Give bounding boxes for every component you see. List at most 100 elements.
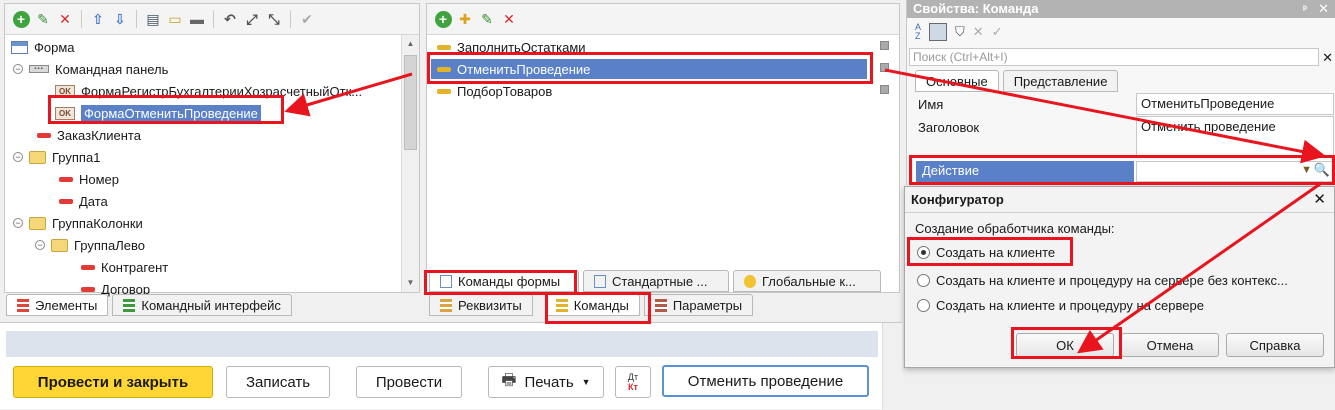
tree-item[interactable]: − ГруппаЛево: [35, 235, 145, 255]
radio-icon: [917, 299, 930, 312]
dialog-prompt: Создание обработчика команды:: [915, 221, 1115, 236]
clear-icon[interactable]: ✕: [973, 24, 984, 40]
add-from-template-icon[interactable]: ✚: [455, 9, 475, 29]
scroll-down-icon[interactable]: ▼: [402, 274, 419, 292]
form-properties-icon[interactable]: ▤: [143, 9, 163, 29]
panel-layout-icon[interactable]: ▭: [165, 9, 185, 29]
filter-icon[interactable]: ⛉: [955, 24, 965, 40]
tab-presentation[interactable]: Представление: [1002, 70, 1119, 92]
collapse-icon[interactable]: −: [35, 240, 45, 250]
form-icon: [11, 40, 28, 54]
radio-create-client-server-no-context[interactable]: Создать на клиенте и процедуру на сервер…: [917, 273, 1288, 288]
elements-scrollbar[interactable]: ▲ ▼: [401, 35, 419, 292]
close-icon[interactable]: ✕: [1313, 190, 1326, 208]
radio-create-on-client[interactable]: Создать на клиенте: [917, 245, 1055, 260]
dt-kt-button[interactable]: Дт Кт: [615, 366, 651, 398]
dropdown-icon[interactable]: ▼: [1301, 164, 1312, 176]
field-icon: [59, 198, 73, 204]
delete-icon[interactable]: ✕: [55, 9, 75, 29]
command-panel-icon: ▪▪▪: [29, 65, 49, 73]
apply-icon[interactable]: ✓: [992, 24, 1003, 40]
group-icon[interactable]: ▬: [187, 9, 207, 29]
tab-elements[interactable]: Элементы: [6, 294, 109, 316]
chevron-down-icon: ▼: [581, 377, 591, 387]
scroll-up-icon[interactable]: ▲: [402, 35, 419, 53]
pin-icon[interactable]: ᵖ: [1303, 1, 1307, 19]
close-icon[interactable]: ✕: [1318, 0, 1329, 18]
field-icon: [81, 286, 95, 292]
ok-button[interactable]: ОК: [1016, 333, 1114, 357]
tab-commands[interactable]: Команды: [544, 294, 640, 316]
name-field[interactable]: ОтменитьПроведение: [1136, 93, 1334, 115]
categorized-icon[interactable]: [929, 23, 948, 41]
folder-icon: [29, 216, 46, 230]
post-button[interactable]: Провести: [356, 366, 462, 398]
magnifier-icon[interactable]: 🔍: [1314, 162, 1330, 178]
move-down-icon[interactable]: ⇩: [110, 9, 130, 29]
tree-item[interactable]: Дата: [59, 191, 108, 211]
collapse-icon[interactable]: −: [13, 152, 23, 162]
tree-item[interactable]: − ▪▪▪ Командная панель: [13, 59, 168, 79]
collapse-icon[interactable]: −: [13, 218, 23, 228]
sort-az-icon[interactable]: AZ: [915, 23, 921, 41]
preview-header-bar: [6, 331, 878, 357]
save-button[interactable]: Записать: [226, 366, 330, 398]
post-and-close-button[interactable]: Провести и закрыть: [13, 366, 213, 398]
tree-item[interactable]: Номер: [59, 169, 119, 189]
cancel-button[interactable]: Отмена: [1121, 333, 1219, 357]
scroll-thumb[interactable]: [404, 55, 417, 150]
commands-list: ЗаполнитьОстатками ОтменитьПроведение По…: [427, 35, 877, 292]
attributes-icon: [440, 298, 452, 312]
add-icon[interactable]: +: [433, 9, 453, 29]
standard-commands-icon: [594, 274, 606, 288]
tab-parameters[interactable]: Параметры: [643, 294, 754, 316]
check-icon[interactable]: ✔: [297, 9, 317, 29]
edit-icon[interactable]: ✎: [33, 9, 53, 29]
tree-item[interactable]: ЗаказКлиента: [37, 125, 141, 145]
list-item-selected[interactable]: ОтменитьПроведение: [431, 59, 867, 79]
tree-item[interactable]: Форма: [11, 37, 75, 57]
column-markers: [880, 41, 889, 94]
expand-icon[interactable]: ⤡: [264, 9, 284, 29]
tree-item[interactable]: − Группа1: [13, 147, 100, 167]
edit-icon[interactable]: ✎: [477, 9, 497, 29]
commands-icon: [555, 298, 568, 312]
search-input[interactable]: Поиск (Ctrl+Alt+I): [909, 48, 1319, 66]
undo-icon[interactable]: ↶: [220, 9, 240, 29]
add-icon[interactable]: +: [11, 9, 31, 29]
radio-create-client-server[interactable]: Создать на клиенте и процедуру на сервер…: [917, 298, 1204, 313]
ok-button-icon: OK: [55, 106, 75, 120]
tab-main[interactable]: Основные: [915, 70, 999, 92]
unpost-button[interactable]: Отменить проведение: [662, 365, 869, 397]
tab-global-commands[interactable]: Глобальные к...: [733, 270, 881, 292]
tab-attributes[interactable]: Реквизиты: [429, 294, 533, 316]
list-item[interactable]: ЗаполнитьОстатками: [437, 37, 586, 57]
tree-item[interactable]: Контрагент: [81, 257, 168, 277]
form-commands-icon: [440, 274, 452, 288]
tab-form-commands[interactable]: Команды формы: [429, 270, 579, 292]
list-item[interactable]: ПодборТоваров: [437, 81, 552, 101]
caption-field[interactable]: Отменить проведение: [1136, 116, 1334, 158]
tab-command-interface[interactable]: Командный интерфейс: [112, 294, 292, 316]
tree-item-label: Контрагент: [101, 259, 169, 275]
preview-scrollbar[interactable]: [882, 323, 902, 410]
parameters-icon: [654, 298, 667, 312]
search-clear-icon[interactable]: ✕: [1322, 50, 1333, 66]
tree-item-label: ФормаОтменитьПроведение: [81, 104, 261, 122]
help-button[interactable]: Справка: [1226, 333, 1324, 357]
tree-item-selected[interactable]: OK ФормаОтменитьПроведение: [55, 103, 261, 123]
tree-item[interactable]: OK ФормаРегистрБухгалтерииХозрасчетныйОтк…: [55, 81, 362, 101]
tab-standard-commands[interactable]: Стандартные ...: [583, 270, 729, 292]
tree-item-label: Форма: [34, 39, 75, 55]
command-icon: [437, 44, 451, 50]
properties-tabs: Основные Представление: [915, 70, 1119, 92]
tree-item-label: ЗаказКлиента: [57, 127, 141, 143]
dialog-title: Конфигуратор: [911, 192, 1004, 207]
delete-icon[interactable]: ✕: [499, 9, 519, 29]
print-button[interactable]: 🖶 Печать ▼: [488, 366, 604, 398]
resize-icon[interactable]: ⤢: [242, 9, 262, 29]
collapse-icon[interactable]: −: [13, 64, 23, 74]
move-up-icon[interactable]: ⇧: [88, 9, 108, 29]
tree-item-label: ГруппаЛево: [74, 237, 145, 253]
tree-item[interactable]: − ГруппаКолонки: [13, 213, 143, 233]
